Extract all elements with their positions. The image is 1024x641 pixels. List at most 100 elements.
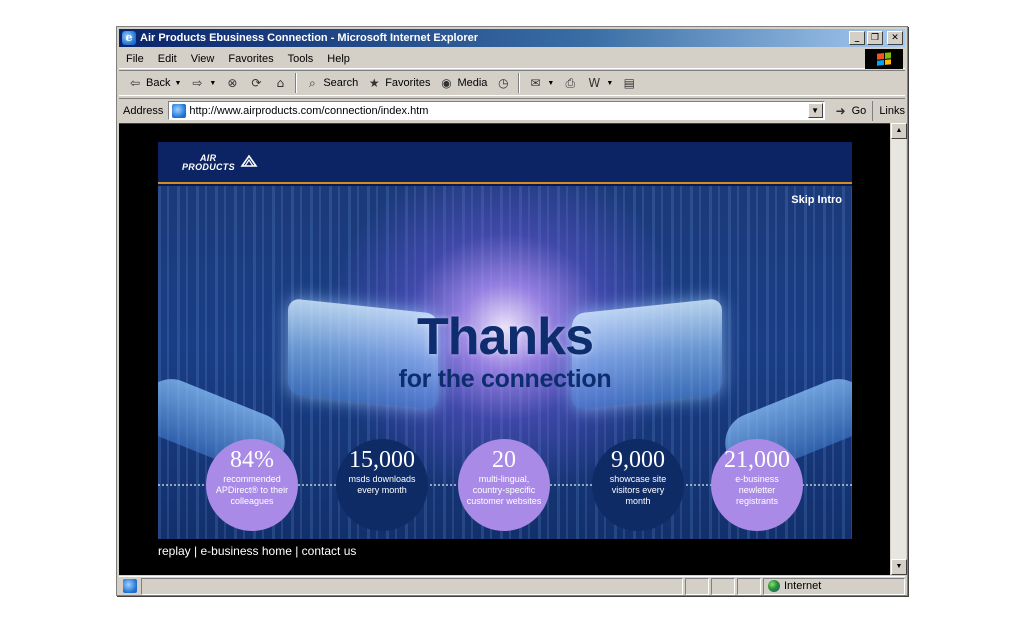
status-offline-pane — [737, 577, 761, 595]
footer-separator: | — [190, 544, 201, 558]
footer-separator: | — [291, 544, 302, 558]
menu-tools[interactable]: Tools — [281, 49, 321, 69]
security-zone: Internet — [763, 577, 905, 595]
address-input[interactable]: http://www.airproducts.com/connection/in… — [168, 101, 825, 120]
toolbar-separator — [518, 73, 521, 93]
stop-icon: ⊗ — [227, 76, 238, 90]
print-button[interactable]: ⎙ — [558, 72, 582, 94]
media-button[interactable]: ◉ Media — [434, 72, 491, 94]
mail-button[interactable]: ✉ ▼ — [523, 72, 558, 94]
edit-button[interactable]: W ▼ — [582, 72, 617, 94]
status-message-pane — [141, 577, 683, 595]
page-icon — [172, 103, 187, 118]
page-content: AIR PRODUCTS Skip Intro Thanks for the c… — [119, 123, 890, 575]
address-label: Address — [123, 104, 164, 117]
status-progress-pane — [685, 577, 709, 595]
zone-label: Internet — [784, 580, 822, 592]
back-arrow-icon: ⇦ — [129, 76, 141, 90]
windows-logo-icon — [865, 49, 903, 69]
toolbar-separator — [295, 73, 298, 93]
stat-circle: 21,000 e-business newletter registrants — [711, 439, 803, 531]
status-bar: Internet — [119, 576, 905, 595]
history-button[interactable]: ◷ — [491, 72, 515, 94]
stat-number: 21,000 — [724, 447, 790, 473]
go-label: Go — [851, 104, 867, 117]
favorites-button[interactable]: ★ Favorites — [362, 72, 434, 94]
stat-description: msds downloads every month — [348, 474, 416, 495]
forward-dropdown-icon[interactable]: ▼ — [209, 80, 216, 87]
stop-button[interactable]: ⊗ — [220, 72, 244, 94]
stat-number: 9,000 — [611, 447, 665, 473]
page-status-icon — [123, 579, 137, 593]
go-button[interactable]: ➜ Go — [833, 100, 874, 121]
scroll-up-icon[interactable]: ▲ — [891, 123, 907, 139]
logo-line2: PRODUCTS — [182, 162, 235, 172]
maximize-button[interactable]: ❐ — [867, 31, 883, 45]
word-edit-icon: W — [588, 76, 601, 90]
status-security-pane — [711, 577, 735, 595]
banner-header: AIR PRODUCTS — [158, 142, 852, 184]
vertical-scrollbar[interactable]: ▲ ▼ — [890, 123, 907, 575]
forward-arrow-icon: ⇨ — [192, 76, 203, 90]
discuss-icon: ▤ — [623, 76, 635, 90]
home-icon: ⌂ — [276, 76, 285, 90]
back-dropdown-icon[interactable]: ▼ — [174, 80, 181, 87]
stat-circle: 20 multi-lingual, country-specific custo… — [458, 439, 550, 531]
flash-intro-banner: AIR PRODUCTS Skip Intro Thanks for the c… — [158, 142, 852, 539]
discuss-button[interactable]: ▤ — [617, 72, 641, 94]
mail-icon: ✉ — [530, 76, 541, 90]
logo-mark-icon — [240, 154, 258, 167]
refresh-button[interactable]: ⟳ — [244, 72, 268, 94]
air-products-logo: AIR PRODUCTS — [182, 154, 258, 172]
ebusiness-home-link[interactable]: e-business home — [200, 544, 291, 558]
favorites-icon: ★ — [368, 76, 380, 90]
stat-circle: 15,000 msds downloads every month — [336, 439, 428, 531]
history-icon: ◷ — [498, 76, 509, 90]
stat-description: e-business newletter registrants — [735, 474, 779, 506]
refresh-icon: ⟳ — [251, 76, 262, 90]
media-label: Media — [457, 77, 488, 89]
menu-bar: File Edit View Favorites Tools Help — [119, 49, 905, 69]
stat-number: 84% — [230, 447, 274, 473]
stat-number: 20 — [492, 447, 516, 473]
replay-link[interactable]: replay — [158, 544, 191, 558]
search-button[interactable]: ⌕ Search — [300, 72, 362, 94]
window-controls: _ ❐ ✕ — [849, 31, 903, 45]
scroll-down-icon[interactable]: ▼ — [891, 559, 907, 575]
close-button[interactable]: ✕ — [887, 31, 903, 45]
address-dropdown-icon[interactable]: ▼ — [807, 103, 823, 118]
subheadline: for the connection — [398, 365, 612, 393]
address-bar: Address http://www.airproducts.com/conne… — [119, 98, 905, 122]
internet-globe-icon — [768, 580, 780, 592]
title-bar: e Air Products Ebusiness Connection - Mi… — [119, 29, 905, 47]
search-icon: ⌕ — [308, 75, 316, 90]
home-button[interactable]: ⌂ — [268, 72, 292, 94]
favorites-label: Favorites — [385, 77, 431, 89]
media-icon: ◉ — [441, 76, 452, 90]
stat-description: multi-lingual, country-specific customer… — [466, 474, 542, 506]
menu-file[interactable]: File — [119, 49, 151, 69]
mail-dropdown-icon[interactable]: ▼ — [547, 80, 554, 87]
back-button[interactable]: ⇦ Back ▼ — [123, 72, 185, 94]
links-button[interactable]: Links — [873, 105, 905, 117]
skip-intro-link[interactable]: Skip Intro — [791, 194, 842, 206]
menu-edit[interactable]: Edit — [151, 49, 184, 69]
footer-links: replay | e-business home | contact us — [158, 544, 356, 558]
minimize-button[interactable]: _ — [849, 31, 865, 45]
stat-number: 15,000 — [349, 447, 415, 473]
back-label: Back — [146, 77, 171, 89]
menu-view[interactable]: View — [184, 49, 222, 69]
forward-button[interactable]: ⇨ ▼ — [185, 72, 220, 94]
browser-window: e Air Products Ebusiness Connection - Mi… — [116, 26, 908, 596]
menu-favorites[interactable]: Favorites — [221, 49, 280, 69]
go-arrow-icon: ➜ — [835, 103, 846, 118]
address-url[interactable]: http://www.airproducts.com/connection/in… — [189, 105, 428, 117]
contact-us-link[interactable]: contact us — [302, 544, 357, 558]
print-icon: ⎙ — [565, 75, 576, 90]
headline: Thanks — [416, 308, 594, 366]
standard-toolbar: ⇦ Back ▼ ⇨ ▼ ⊗ ⟳ ⌂ ⌕ Search ★ Favorites … — [119, 70, 905, 96]
stat-description: showcase site visitors every month — [609, 474, 667, 506]
menu-help[interactable]: Help — [320, 49, 357, 69]
ie-logo-icon: e — [122, 31, 136, 45]
edit-dropdown-icon[interactable]: ▼ — [606, 80, 613, 87]
